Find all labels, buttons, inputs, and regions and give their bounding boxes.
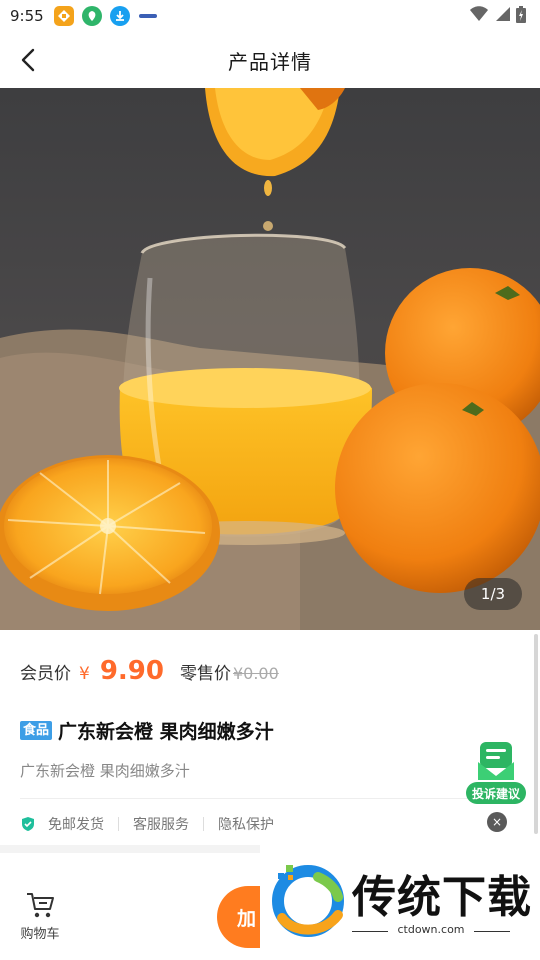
service-customer-support: 客服服务 bbox=[133, 814, 189, 834]
scrollbar[interactable] bbox=[534, 634, 538, 834]
app-header: 产品详情 bbox=[0, 32, 540, 88]
price-row: 会员价 ¥ 9.90 零售价 ¥0.00 bbox=[20, 630, 520, 712]
retail-price-label: 零售价 bbox=[179, 664, 231, 684]
app-badge-icon bbox=[53, 6, 74, 26]
member-price-label: 会员价 bbox=[20, 664, 71, 684]
product-title: 广东新会橙 果肉细嫩多汁 bbox=[58, 720, 274, 743]
member-price: 9.90 bbox=[99, 656, 164, 686]
shopping-cart-icon bbox=[27, 893, 54, 918]
watermark-text: 传统下载 bbox=[352, 872, 532, 923]
page-title: 产品详情 bbox=[228, 49, 312, 74]
back-button[interactable] bbox=[12, 44, 44, 76]
battery-icon bbox=[516, 5, 526, 27]
cart-label: 购物车 bbox=[20, 927, 60, 942]
complaint-label: 投诉建议 bbox=[466, 782, 526, 804]
cart-button[interactable]: 购物车 bbox=[14, 891, 66, 942]
check-shield-icon bbox=[22, 817, 34, 831]
product-info: 会员价 ¥ 9.90 零售价 ¥0.00 食品 广东新会橙 果肉细嫩多汁 广东新… bbox=[0, 630, 540, 849]
service-row[interactable]: 免邮发货 客服服务 隐私保护 bbox=[20, 799, 520, 849]
shield-leaf-icon bbox=[81, 6, 102, 26]
watermark: 传统下载 ctdown.com bbox=[260, 843, 540, 960]
service-label: 客服服务 bbox=[133, 817, 189, 833]
divider bbox=[203, 817, 204, 831]
status-bar: 9:55 bbox=[0, 0, 540, 32]
complaint-button[interactable]: 投诉建议 bbox=[464, 742, 528, 806]
feedback-icon bbox=[478, 742, 514, 780]
category-tag: 食品 bbox=[20, 720, 53, 740]
service-label: 免邮发货 bbox=[48, 817, 104, 833]
service-privacy: 隐私保护 bbox=[218, 814, 274, 834]
service-label: 隐私保护 bbox=[218, 817, 274, 833]
product-subtitle: 广东新会橙 果肉细嫩多汁 bbox=[20, 762, 190, 780]
chevron-left-icon bbox=[21, 48, 35, 72]
product-title-row: 食品 广东新会橙 果肉细嫩多汁 bbox=[20, 712, 520, 748]
wifi-icon bbox=[470, 6, 488, 26]
currency-symbol: ¥ bbox=[79, 664, 90, 684]
image-counter: 1/3 bbox=[464, 578, 522, 610]
product-image-gallery[interactable]: 1/3 bbox=[0, 88, 540, 630]
close-complaint-button[interactable]: × bbox=[487, 812, 507, 832]
watermark-url: ctdown.com bbox=[397, 923, 465, 936]
divider bbox=[474, 931, 510, 932]
retail-price: ¥0.00 bbox=[232, 664, 279, 683]
divider bbox=[118, 817, 119, 831]
status-time: 9:55 bbox=[10, 7, 44, 25]
watermark-logo-icon bbox=[272, 865, 344, 937]
service-free-shipping: 免邮发货 bbox=[20, 814, 104, 834]
signal-icon bbox=[494, 6, 510, 26]
orange-juice-photo bbox=[0, 88, 540, 630]
app-logo-icon bbox=[138, 6, 158, 26]
download-icon bbox=[109, 6, 130, 26]
